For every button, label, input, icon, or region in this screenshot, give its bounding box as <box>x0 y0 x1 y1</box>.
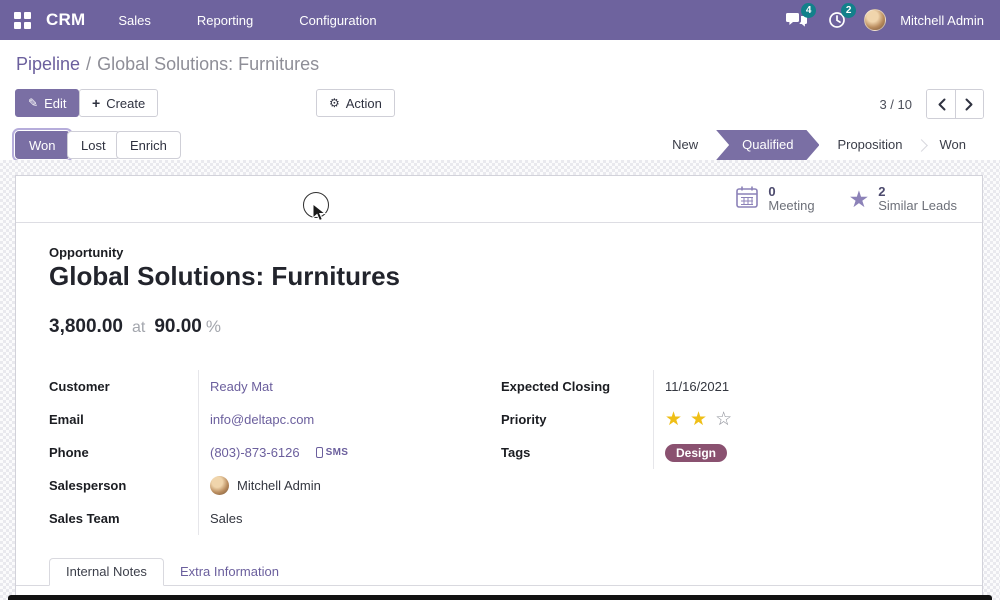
stage-won[interactable]: Won <box>922 130 985 160</box>
menu-configuration[interactable]: Configuration <box>299 13 376 28</box>
meeting-stat-button[interactable]: 0 Meeting <box>718 176 831 222</box>
create-button[interactable]: + Create <box>79 89 158 117</box>
star-icon: ★ <box>849 188 870 211</box>
menu-sales[interactable]: Sales <box>118 13 151 28</box>
stage-bar: New Qualified Proposition Won <box>654 130 984 160</box>
expected-revenue: 3,800.00 at 90.00 % <box>49 316 221 338</box>
priority-star-1-icon[interactable]: ★ <box>665 408 682 431</box>
field-tags: Tags Design <box>501 436 966 469</box>
breadcrumb-separator: / <box>86 54 91 74</box>
pager-previous-button[interactable] <box>927 90 955 118</box>
field-sales-team: Sales Team Sales <box>49 502 479 535</box>
apps-grid-icon[interactable] <box>14 12 31 29</box>
menu-reporting[interactable]: Reporting <box>197 13 253 28</box>
pager-next-button[interactable] <box>955 90 983 118</box>
top-nav-bar: CRM Sales Reporting Configuration 4 2 Mi… <box>0 0 1000 40</box>
field-customer: Customer Ready Mat <box>49 370 479 403</box>
create-button-label: Create <box>106 96 145 111</box>
percent-sign: % <box>206 317 221 337</box>
at-label: at <box>132 319 145 337</box>
action-button-label: Action <box>346 96 382 111</box>
meeting-label: Meeting <box>768 199 814 213</box>
gear-icon: ⚙ <box>329 97 340 109</box>
meeting-count: 0 <box>768 185 814 199</box>
mobile-phone-icon <box>316 447 323 458</box>
salesperson-name[interactable]: Mitchell Admin <box>237 478 321 493</box>
revenue-amount: 3,800.00 <box>49 316 123 338</box>
probability-value: 90.00 <box>154 316 202 338</box>
stage-new[interactable]: New <box>654 130 716 160</box>
stage-proposition[interactable]: Proposition <box>819 130 920 160</box>
expected-closing-label: Expected Closing <box>501 379 653 394</box>
breadcrumb-current: Global Solutions: Furnitures <box>97 54 319 74</box>
pencil-icon: ✎ <box>28 97 38 109</box>
phone-link[interactable]: (803)-873-6126 <box>210 445 300 460</box>
activities-icon[interactable]: 2 <box>824 7 850 33</box>
email-label: Email <box>49 412 198 427</box>
sms-label: SMS <box>326 447 349 458</box>
similar-leads-stat-button[interactable]: ★ 2 Similar Leads <box>832 176 974 222</box>
stage-qualified-active[interactable]: Qualified <box>716 130 819 160</box>
mark-lost-button[interactable]: Lost <box>67 131 120 159</box>
fields-left-column: Customer Ready Mat Email info@deltapc.co… <box>49 370 479 535</box>
priority-label: Priority <box>501 412 653 427</box>
opportunity-form-card: 0 Meeting ★ 2 Similar Leads Opportunity … <box>15 175 983 600</box>
phone-label: Phone <box>49 445 198 460</box>
messages-icon[interactable]: 4 <box>784 7 810 33</box>
tags-label: Tags <box>501 445 653 460</box>
crm-app-window: CRM Sales Reporting Configuration 4 2 Mi… <box>0 0 1000 600</box>
field-priority: Priority ★ ★ ☆ <box>501 403 966 436</box>
priority-star-3-icon[interactable]: ☆ <box>715 408 732 431</box>
field-expected-closing: Expected Closing 11/16/2021 <box>501 370 966 403</box>
button-box: 0 Meeting ★ 2 Similar Leads <box>16 176 982 223</box>
edit-button-label: Edit <box>44 96 66 111</box>
pager: 3 / 10 <box>879 89 984 119</box>
user-name[interactable]: Mitchell Admin <box>900 13 984 28</box>
priority-star-2-icon[interactable]: ★ <box>690 408 707 431</box>
mark-won-button[interactable]: Won <box>15 131 70 159</box>
topbar-right: 4 2 Mitchell Admin <box>784 7 1000 33</box>
sms-button[interactable]: SMS <box>316 447 349 458</box>
field-phone: Phone (803)-873-6126 SMS <box>49 436 479 469</box>
fields-right-column: Expected Closing 11/16/2021 Priority ★ ★… <box>501 370 966 469</box>
pager-counter: 3 / 10 <box>879 97 912 112</box>
field-email: Email info@deltapc.com <box>49 403 479 436</box>
opportunity-title: Global Solutions: Furnitures <box>49 261 400 292</box>
app-title[interactable]: CRM <box>46 10 85 30</box>
salesperson-avatar <box>210 476 229 495</box>
notebook-tabs: Internal Notes Extra Information <box>16 558 982 586</box>
messages-badge: 4 <box>801 3 816 18</box>
tab-extra-information[interactable]: Extra Information <box>164 558 295 585</box>
breadcrumb-pipeline[interactable]: Pipeline <box>16 54 80 74</box>
plus-icon: + <box>92 96 100 110</box>
sales-team-value[interactable]: Sales <box>210 511 243 526</box>
top-menu: Sales Reporting Configuration <box>118 13 376 28</box>
record-type-label: Opportunity <box>49 245 123 260</box>
salesperson-label: Salesperson <box>49 478 198 493</box>
field-salesperson: Salesperson Mitchell Admin <box>49 469 479 502</box>
breadcrumb: Pipeline / Global Solutions: Furnitures <box>16 54 319 75</box>
activities-badge: 2 <box>841 3 856 18</box>
edit-button[interactable]: ✎ Edit <box>15 89 79 117</box>
email-link[interactable]: info@deltapc.com <box>210 412 314 427</box>
calendar-icon <box>735 185 759 214</box>
expected-closing-value[interactable]: 11/16/2021 <box>665 379 729 394</box>
tab-internal-notes[interactable]: Internal Notes <box>49 558 164 586</box>
customer-link[interactable]: Ready Mat <box>210 379 273 394</box>
window-bottom-edge <box>8 595 992 600</box>
mouse-cursor-icon <box>312 203 326 222</box>
user-avatar[interactable] <box>864 9 886 31</box>
enrich-button[interactable]: Enrich <box>116 131 181 159</box>
similar-leads-label: Similar Leads <box>878 199 957 213</box>
action-button[interactable]: ⚙ Action <box>316 89 395 117</box>
sales-team-label: Sales Team <box>49 511 198 526</box>
similar-leads-count: 2 <box>878 185 957 199</box>
customer-label: Customer <box>49 379 198 394</box>
tag-design[interactable]: Design <box>665 444 727 462</box>
